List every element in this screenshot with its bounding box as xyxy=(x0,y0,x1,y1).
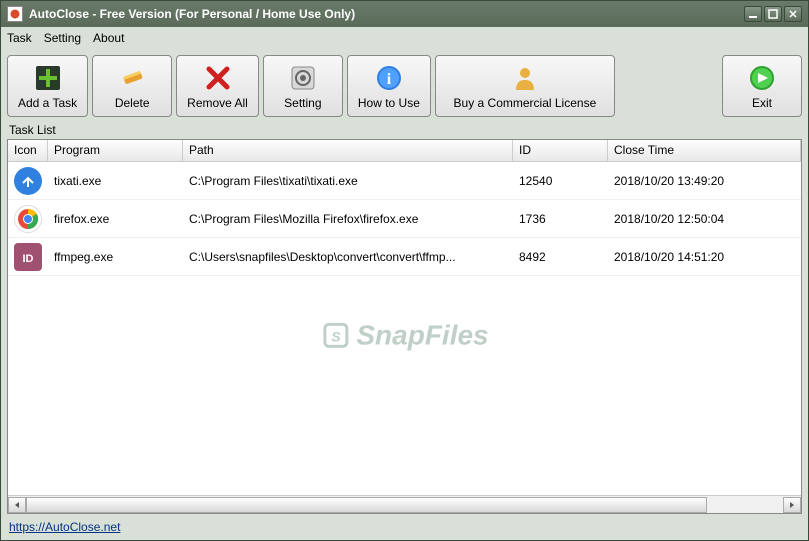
gear-icon xyxy=(287,62,319,94)
task-list-label: Task List xyxy=(9,123,802,137)
eraser-icon xyxy=(116,62,148,94)
cell-path: C:\Program Files\Mozilla Firefox\firefox… xyxy=(183,209,513,229)
column-icon[interactable]: Icon xyxy=(8,140,48,161)
cell-closetime: 2018/10/20 12:50:04 xyxy=(608,209,801,229)
scroll-thumb[interactable] xyxy=(26,497,707,513)
exit-label: Exit xyxy=(752,96,772,110)
app-icon xyxy=(7,6,23,22)
menu-about[interactable]: About xyxy=(93,31,124,45)
menu-setting[interactable]: Setting xyxy=(44,31,81,45)
menu-task[interactable]: Task xyxy=(7,31,32,45)
cell-path: C:\Program Files\tixati\tixati.exe xyxy=(183,171,513,191)
scroll-track[interactable] xyxy=(26,497,783,513)
exit-icon xyxy=(746,62,778,94)
menubar: Task Setting About xyxy=(1,27,808,49)
scroll-right-button[interactable] xyxy=(783,497,801,513)
how-to-use-label: How to Use xyxy=(358,96,420,110)
tixati-icon xyxy=(14,167,42,195)
person-icon xyxy=(509,62,541,94)
svg-text:ID: ID xyxy=(23,253,34,265)
column-path[interactable]: Path xyxy=(183,140,513,161)
svg-text:S: S xyxy=(331,328,341,344)
minimize-button[interactable] xyxy=(744,6,762,22)
svg-text:i: i xyxy=(387,71,392,88)
table-row[interactable]: firefox.exe C:\Program Files\Mozilla Fir… xyxy=(8,200,801,238)
website-link[interactable]: https://AutoClose.net xyxy=(7,520,802,534)
watermark: S SnapFiles xyxy=(320,319,488,351)
setting-label: Setting xyxy=(284,96,321,110)
cell-id: 8492 xyxy=(513,247,608,267)
plus-icon xyxy=(32,62,64,94)
table-row[interactable]: tixati.exe C:\Program Files\tixati\tixat… xyxy=(8,162,801,200)
setting-button[interactable]: Setting xyxy=(263,55,343,117)
x-icon xyxy=(202,62,234,94)
horizontal-scrollbar[interactable] xyxy=(8,495,801,513)
buy-license-button[interactable]: Buy a Commercial License xyxy=(435,55,615,117)
close-button[interactable] xyxy=(784,6,802,22)
buy-license-label: Buy a Commercial License xyxy=(454,96,597,110)
toolbar: Add a Task Delete Remove All Setting xyxy=(7,55,802,117)
titlebar: AutoClose - Free Version (For Personal /… xyxy=(1,1,808,27)
cell-path: C:\Users\snapfiles\Desktop\convert\conve… xyxy=(183,247,513,267)
table-body: tixati.exe C:\Program Files\tixati\tixat… xyxy=(8,162,801,495)
task-table: Icon Program Path ID Close Time tixati.e… xyxy=(7,139,802,514)
how-to-use-button[interactable]: i How to Use xyxy=(347,55,431,117)
content-area: Add a Task Delete Remove All Setting xyxy=(1,49,808,540)
info-icon: i xyxy=(373,62,405,94)
add-task-button[interactable]: Add a Task xyxy=(7,55,88,117)
add-task-label: Add a Task xyxy=(18,96,77,110)
delete-label: Delete xyxy=(115,96,150,110)
column-id[interactable]: ID xyxy=(513,140,608,161)
table-header: Icon Program Path ID Close Time xyxy=(8,140,801,162)
cell-id: 12540 xyxy=(513,171,608,191)
cell-id: 1736 xyxy=(513,209,608,229)
column-closetime[interactable]: Close Time xyxy=(608,140,801,161)
cell-closetime: 2018/10/20 13:49:20 xyxy=(608,171,801,191)
delete-button[interactable]: Delete xyxy=(92,55,172,117)
app-window: AutoClose - Free Version (For Personal /… xyxy=(0,0,809,541)
ffmpeg-icon: ID xyxy=(14,243,42,271)
exit-button[interactable]: Exit xyxy=(722,55,802,117)
remove-all-label: Remove All xyxy=(187,96,248,110)
chrome-icon xyxy=(14,205,42,233)
remove-all-button[interactable]: Remove All xyxy=(176,55,259,117)
cell-program: tixati.exe xyxy=(48,171,183,191)
window-title: AutoClose - Free Version (For Personal /… xyxy=(29,7,744,21)
table-row[interactable]: ID ffmpeg.exe C:\Users\snapfiles\Desktop… xyxy=(8,238,801,276)
cell-closetime: 2018/10/20 14:51:20 xyxy=(608,247,801,267)
cell-program: firefox.exe xyxy=(48,209,183,229)
scroll-left-button[interactable] xyxy=(8,497,26,513)
column-program[interactable]: Program xyxy=(48,140,183,161)
maximize-button[interactable] xyxy=(764,6,782,22)
cell-program: ffmpeg.exe xyxy=(48,247,183,267)
watermark-text: SnapFiles xyxy=(356,319,488,351)
